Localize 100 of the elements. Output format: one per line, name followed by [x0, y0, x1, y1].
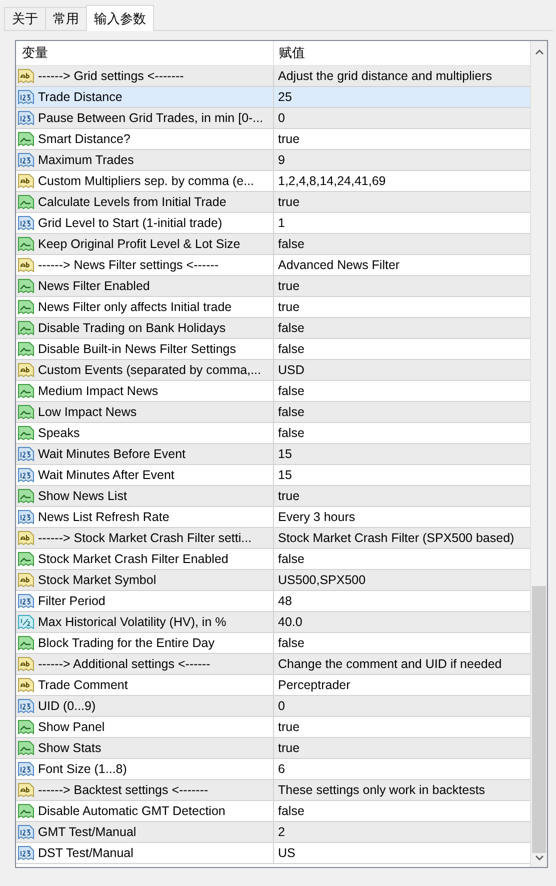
scroll-thumb[interactable]: [532, 586, 546, 853]
parameter-row[interactable]: Stock Market Crash Filter Enabled false: [16, 549, 530, 570]
parameter-value[interactable]: false: [274, 423, 530, 443]
parameter-value[interactable]: 25: [274, 87, 530, 107]
parameter-row[interactable]: Medium Impact News false: [16, 381, 530, 402]
parameter-value[interactable]: US: [274, 843, 530, 863]
parameter-row[interactable]: Font Size (1...8) 6: [16, 759, 530, 780]
parameter-row[interactable]: ------> Additional settings <------ Change the comment and UID if needed: [16, 654, 530, 675]
toggle-type-icon: [18, 194, 34, 210]
parameter-value[interactable]: true: [274, 738, 530, 758]
parameter-value[interactable]: 15: [274, 444, 530, 464]
parameter-row[interactable]: DST Test/Manual US: [16, 843, 530, 864]
parameter-row[interactable]: Disable Built-in News Filter Settings false: [16, 339, 530, 360]
parameter-value[interactable]: Advanced News Filter: [274, 255, 530, 275]
parameter-row[interactable]: ------> Backtest settings <------- These settings only work in backtests: [16, 780, 530, 801]
parameter-value[interactable]: 0: [274, 108, 530, 128]
parameter-row[interactable]: Wait Minutes After Event 15: [16, 465, 530, 486]
parameter-name: UID (0...9): [38, 698, 96, 715]
parameter-value[interactable]: US500,SPX500: [274, 570, 530, 590]
parameter-row[interactable]: Disable Trading on Bank Holidays false: [16, 318, 530, 339]
parameter-value[interactable]: 1: [274, 213, 530, 233]
parameter-row[interactable]: GMT Test/Manual 2: [16, 822, 530, 843]
parameter-value[interactable]: false: [274, 234, 530, 254]
parameter-row[interactable]: News List Refresh Rate Every 3 hours: [16, 507, 530, 528]
parameter-name: Low Impact News: [38, 404, 137, 421]
parameter-value[interactable]: true: [274, 486, 530, 506]
parameter-name: GMT Test/Manual: [38, 824, 136, 841]
parameter-row[interactable]: Disable Automatic GMT Detection false: [16, 801, 530, 822]
parameter-row[interactable]: Max Historical Volatility (HV), in % 40.0: [16, 612, 530, 633]
parameter-row[interactable]: Trade Distance 25: [16, 87, 530, 108]
parameter-name: Custom Multipliers sep. by comma (e...: [38, 172, 254, 190]
parameter-value[interactable]: false: [274, 381, 530, 401]
parameter-value[interactable]: false: [274, 318, 530, 338]
parameter-row[interactable]: Maximum Trades 9: [16, 150, 530, 171]
parameter-row[interactable]: Keep Original Profit Level & Lot Size false: [16, 234, 530, 255]
parameter-row[interactable]: Show News List true: [16, 486, 530, 507]
number-type-icon: [18, 215, 34, 231]
parameter-value[interactable]: true: [274, 192, 530, 212]
parameter-value[interactable]: 9: [274, 150, 530, 170]
toggle-type-icon: [18, 425, 34, 441]
parameter-value[interactable]: 0: [274, 696, 530, 716]
parameter-row[interactable]: Smart Distance? true: [16, 129, 530, 150]
parameter-value[interactable]: These settings only work in backtests: [274, 780, 530, 800]
parameter-value[interactable]: Perceptrader: [274, 675, 530, 695]
parameter-row[interactable]: ------> Grid settings <------- Adjust the grid distance and multipliers: [16, 66, 530, 87]
number-type-icon: [18, 698, 34, 714]
parameter-value[interactable]: false: [274, 402, 530, 422]
parameter-row[interactable]: News Filter Enabled true: [16, 276, 530, 297]
parameter-row[interactable]: Custom Multipliers sep. by comma (e... 1,2,4,8,14,24,41,69: [16, 171, 530, 192]
parameter-name: Grid Level to Start (1-initial trade): [38, 214, 222, 232]
parameter-row[interactable]: Show Stats true: [16, 738, 530, 759]
parameter-value[interactable]: Stock Market Crash Filter (SPX500 based): [274, 528, 530, 548]
tab[interactable]: 常用: [45, 7, 86, 30]
scrollbar[interactable]: [530, 41, 547, 867]
parameter-row[interactable]: News Filter only affects Initial trade true: [16, 297, 530, 318]
parameter-row[interactable]: Grid Level to Start (1-initial trade) 1: [16, 213, 530, 234]
parameter-value[interactable]: true: [274, 297, 530, 317]
parameter-value[interactable]: true: [274, 276, 530, 296]
parameter-value[interactable]: USD: [274, 360, 530, 380]
parameter-row[interactable]: Stock Market Symbol US500,SPX500: [16, 570, 530, 591]
parameter-value[interactable]: 1,2,4,8,14,24,41,69: [274, 171, 530, 191]
parameter-name: Trade Distance: [38, 88, 122, 106]
parameter-value[interactable]: false: [274, 549, 530, 569]
parameter-row[interactable]: Calculate Levels from Initial Trade true: [16, 192, 530, 213]
parameter-value[interactable]: Every 3 hours: [274, 507, 530, 527]
tab[interactable]: 输入参数: [86, 5, 154, 31]
parameter-value[interactable]: true: [274, 129, 530, 149]
parameter-value[interactable]: 40.0: [274, 612, 530, 632]
parameter-row[interactable]: UID (0...9) 0: [16, 696, 530, 717]
column-header[interactable]: 赋值: [274, 41, 530, 65]
tab[interactable]: 关于: [4, 7, 45, 30]
parameter-value[interactable]: Adjust the grid distance and multipliers: [274, 66, 530, 86]
column-header[interactable]: 变量: [16, 41, 274, 65]
parameter-value[interactable]: false: [274, 633, 530, 653]
scroll-up-icon[interactable]: [534, 49, 544, 55]
parameter-name: Maximum Trades: [38, 152, 134, 169]
parameter-value[interactable]: 6: [274, 759, 530, 779]
parameter-row[interactable]: ------> Stock Market Crash Filter setti... Stock Market Crash Filter (SPX500 based): [16, 528, 530, 549]
parameter-value[interactable]: false: [274, 801, 530, 821]
parameter-value[interactable]: Change the comment and UID if needed: [274, 654, 530, 674]
parameter-row[interactable]: Low Impact News false: [16, 402, 530, 423]
parameter-value[interactable]: 15: [274, 465, 530, 485]
parameter-value[interactable]: false: [274, 339, 530, 359]
parameter-value[interactable]: 2: [274, 822, 530, 842]
parameter-row[interactable]: Custom Events (separated by comma,... USD: [16, 360, 530, 381]
parameter-row[interactable]: Show Panel true: [16, 717, 530, 738]
parameter-row[interactable]: Block Trading for the Entire Day false: [16, 633, 530, 654]
parameter-row[interactable]: Wait Minutes Before Event 15: [16, 444, 530, 465]
parameter-name: Smart Distance?: [38, 130, 130, 148]
parameter-name: News Filter only affects Initial trade: [38, 298, 232, 316]
parameter-row[interactable]: Speaks false: [16, 423, 530, 444]
parameter-name: Trade Comment: [38, 676, 128, 694]
scroll-down-icon[interactable]: [534, 855, 544, 861]
parameter-row[interactable]: Pause Between Grid Trades, in min [0-... 0: [16, 108, 530, 129]
parameter-value[interactable]: 48: [274, 591, 530, 611]
text-type-icon: [18, 782, 34, 798]
parameter-row[interactable]: ------> News Filter settings <------ Advanced News Filter: [16, 255, 530, 276]
parameter-row[interactable]: Trade Comment Perceptrader: [16, 675, 530, 696]
parameter-value[interactable]: true: [274, 717, 530, 737]
parameter-row[interactable]: Filter Period 48: [16, 591, 530, 612]
